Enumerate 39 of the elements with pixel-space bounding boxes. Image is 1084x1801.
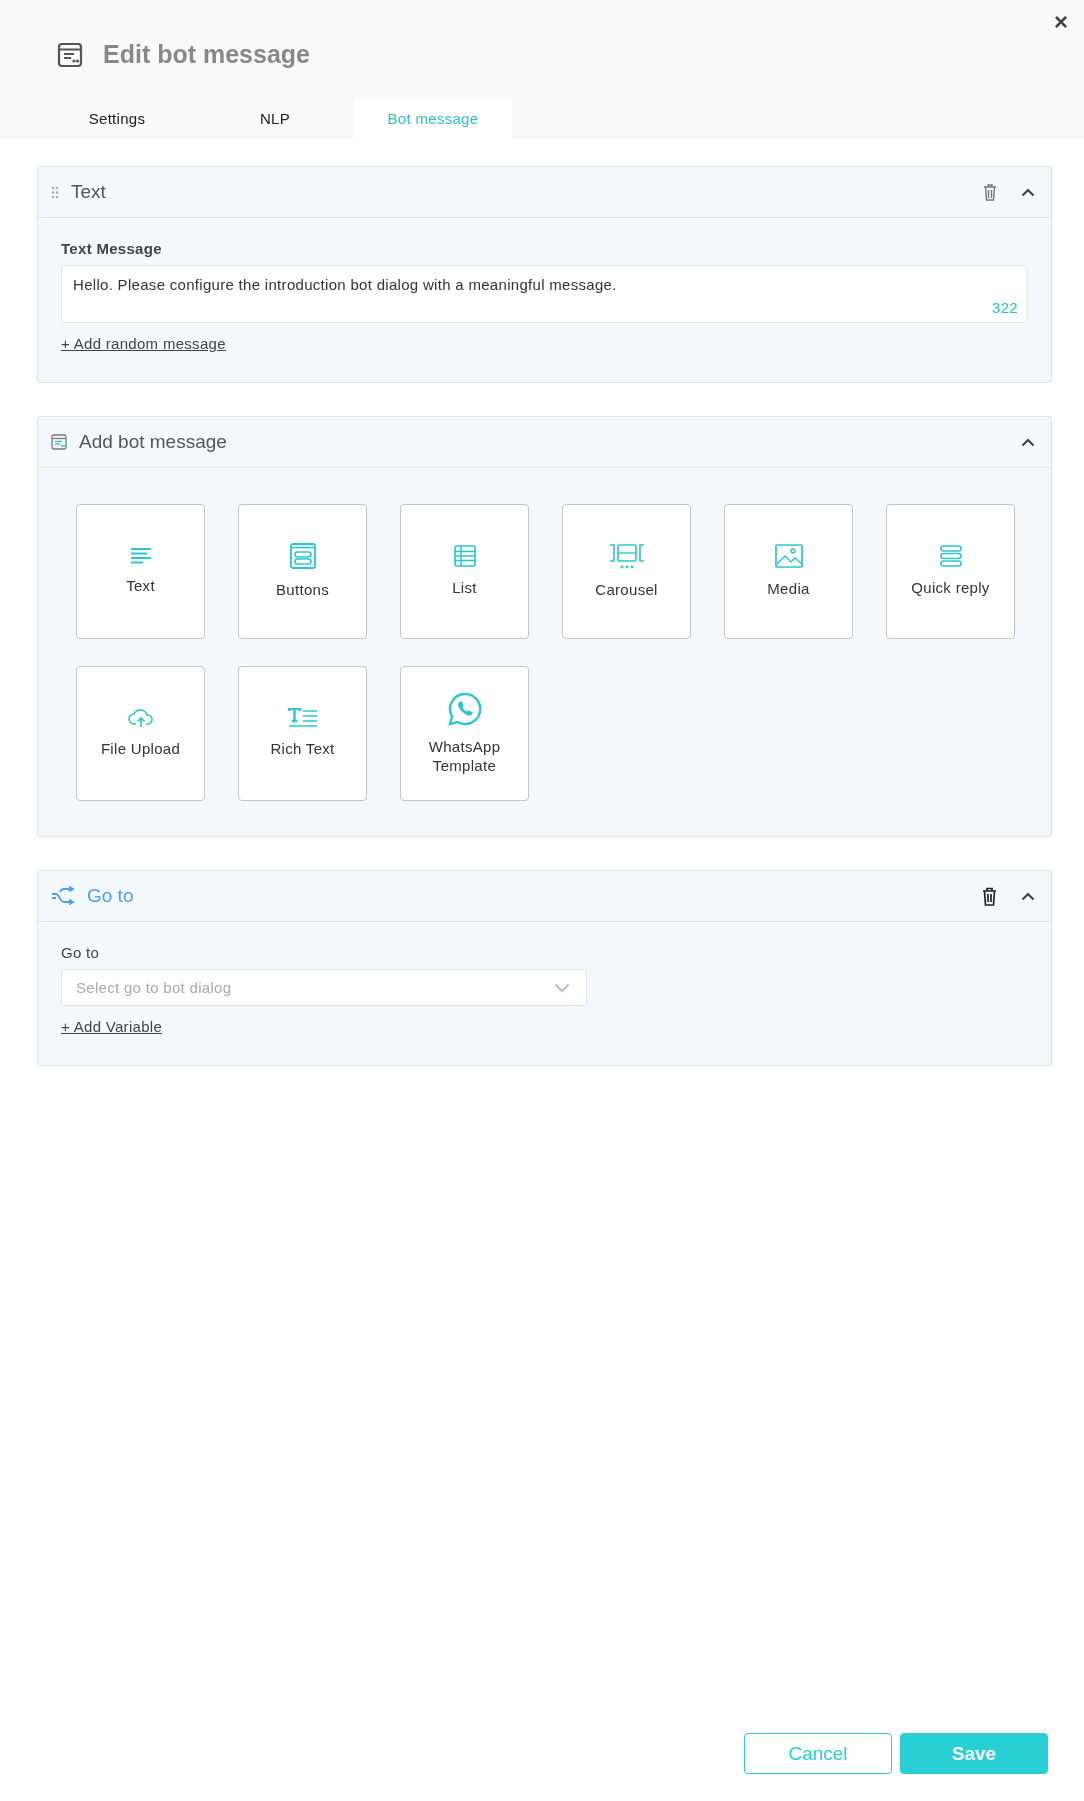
list-icon: [453, 545, 476, 568]
whatsapp-icon: [447, 691, 482, 726]
image-icon: [774, 544, 803, 569]
panel-title: Text: [71, 181, 106, 203]
delete-icon[interactable]: [982, 886, 997, 906]
message-type-tile[interactable]: Rich Text: [238, 666, 367, 801]
message-type-tile[interactable]: List: [400, 504, 529, 639]
message-type-tile[interactable]: Carousel: [562, 504, 691, 639]
carousel-icon: [608, 543, 645, 570]
stacked-bars-icon: [939, 545, 962, 568]
rich-text-icon: [287, 708, 318, 729]
tab[interactable]: NLP: [196, 98, 354, 139]
field-label: Text Message: [61, 240, 162, 257]
shuffle-arrows-icon: [51, 886, 75, 906]
collapse-icon[interactable]: [1021, 437, 1035, 447]
message-type-tile[interactable]: Buttons: [238, 504, 367, 639]
tab[interactable]: Settings: [38, 98, 196, 139]
text-lines-icon: [129, 547, 152, 566]
drag-handle-icon[interactable]: [51, 185, 59, 199]
collapse-icon[interactable]: [1021, 187, 1035, 197]
panel-title: Add bot message: [79, 431, 227, 453]
add-variable-link[interactable]: + Add Variable: [61, 1018, 163, 1035]
message-type-tile[interactable]: File Upload: [76, 666, 205, 801]
message-type-tile[interactable]: Quick reply: [886, 504, 1015, 639]
collapse-icon[interactable]: [1021, 891, 1035, 901]
text-message-field[interactable]: Hello. Please configure the introduction bot dialog with a meaningful message. 322: [61, 265, 1028, 323]
chevron-down-icon: [554, 982, 570, 993]
close-button[interactable]: ×: [1050, 8, 1072, 36]
add-random-message-link[interactable]: + Add random message: [61, 335, 226, 352]
message-window-icon: [57, 41, 83, 68]
window-title: Edit bot message: [103, 40, 310, 69]
buttons-icon: [289, 543, 316, 570]
cloud-upload-icon: [127, 708, 154, 729]
field-label: Go to: [61, 944, 100, 961]
message-type-tile[interactable]: Text: [76, 504, 205, 639]
message-type-tile[interactable]: Media: [724, 504, 853, 639]
message-type-tile[interactable]: WhatsApp Template: [400, 666, 529, 801]
message-window-icon: [51, 434, 67, 450]
panel-title: Go to: [87, 885, 134, 907]
